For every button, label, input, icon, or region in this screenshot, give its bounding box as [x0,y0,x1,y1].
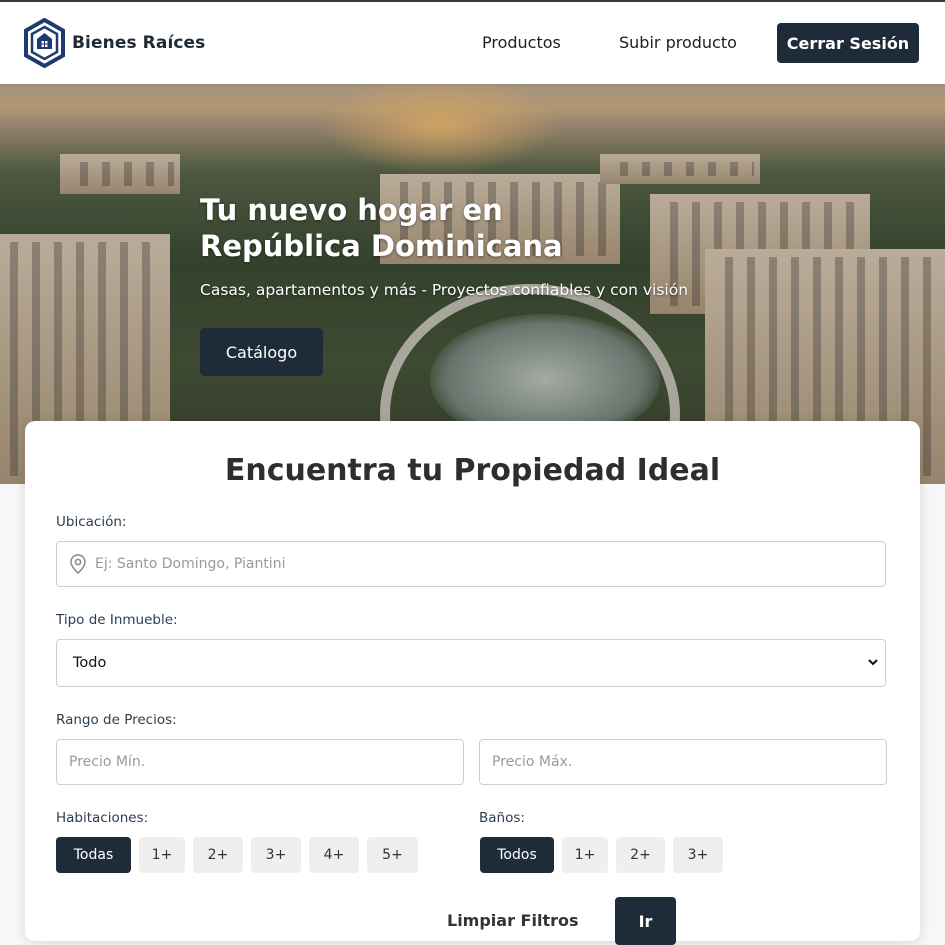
baths-option-all[interactable]: Todos [480,837,554,873]
clear-filters-link[interactable]: Limpiar Filtros [447,911,579,930]
rooms-option-3[interactable]: 3+ [251,837,301,873]
baths-option-3[interactable]: 3+ [673,837,723,873]
location-placeholder: Ej: Santo Domingo, Piantini [95,556,286,572]
baths-label: Baños: [479,810,525,826]
catalog-button[interactable]: Catálogo [200,328,323,376]
site-header: Bienes Raíces Productos Subir producto C… [0,2,945,84]
property-type-select[interactable]: Todo [56,639,886,687]
rooms-option-1[interactable]: 1+ [139,837,185,873]
nav-upload-product-link[interactable]: Subir producto [619,33,737,52]
baths-option-1[interactable]: 1+ [562,837,608,873]
rooms-label: Habitaciones: [56,810,149,826]
price-range-label: Rango de Precios: [56,712,177,728]
rooms-option-2[interactable]: 2+ [193,837,243,873]
location-input[interactable]: Ej: Santo Domingo, Piantini [56,541,886,587]
rooms-option-5[interactable]: 5+ [367,837,418,873]
location-label: Ubicación: [56,514,127,530]
price-min-placeholder: Precio Mín. [69,754,146,770]
nav-products-link[interactable]: Productos [482,33,561,52]
house-hexagon-icon [24,18,65,68]
search-title: Encuentra tu Propiedad Ideal [224,453,721,488]
brand-name: Bienes Raíces [72,33,206,53]
brand-logo[interactable]: Bienes Raíces [24,18,205,68]
rooms-option-all[interactable]: Todas [56,837,131,873]
hero-title: Tu nuevo hogar en República Dominicana [200,193,563,263]
chevron-down-icon [868,659,878,666]
baths-option-2[interactable]: 2+ [616,837,665,873]
property-type-value: Todo [73,655,107,671]
price-max-placeholder: Precio Máx. [492,754,573,770]
price-max-input[interactable]: Precio Máx. [479,739,887,785]
price-min-input[interactable]: Precio Mín. [56,739,464,785]
map-pin-icon [70,554,86,574]
logout-button[interactable]: Cerrar Sesión [777,23,919,63]
rooms-option-4[interactable]: 4+ [309,837,359,873]
search-card: Encuentra tu Propiedad Ideal Ubicación: … [25,421,920,945]
search-submit-button[interactable]: Ir [615,897,676,945]
hero-subtitle: Casas, apartamentos y más - Proyectos co… [200,281,689,299]
property-type-label: Tipo de Inmueble: [56,612,178,628]
